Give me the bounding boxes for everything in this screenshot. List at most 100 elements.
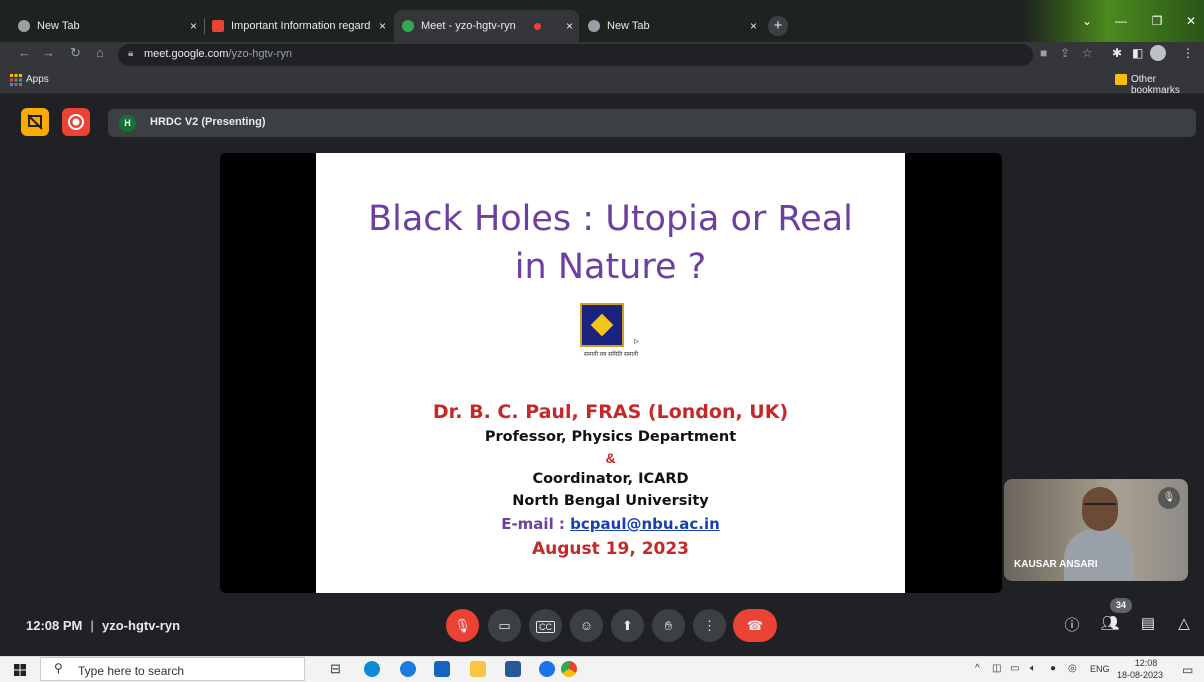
chat-button[interactable]: ▤ xyxy=(1136,614,1160,632)
file-explorer-icon[interactable] xyxy=(470,661,486,677)
mic-tray-icon[interactable]: ● xyxy=(1050,663,1056,674)
chrome-taskbar-icon[interactable] xyxy=(539,661,555,677)
close-icon[interactable]: × xyxy=(184,19,203,33)
captions-button[interactable]: CC xyxy=(529,609,562,642)
participant-face xyxy=(1082,487,1118,531)
side-panel-icon[interactable]: ◧ xyxy=(1132,46,1143,60)
clock-date[interactable]: 18-08-2023 xyxy=(1117,670,1163,680)
record-icon xyxy=(68,114,84,130)
slide-title-line2: in Nature ? xyxy=(514,247,707,287)
reactions-button[interactable]: ☺ xyxy=(570,609,603,642)
meet-icon xyxy=(402,20,414,32)
more-menu-icon[interactable]: ⋮ xyxy=(1182,46,1194,60)
windows-start-icon[interactable] xyxy=(14,664,26,676)
captions-icon: CC xyxy=(536,621,555,633)
back-icon[interactable]: ← xyxy=(18,45,31,60)
mouse-cursor-icon: ▹ xyxy=(634,336,640,347)
battery-icon[interactable]: ▭ xyxy=(1010,663,1019,674)
meeting-details-button[interactable]: ⓘ xyxy=(1060,614,1084,635)
language-indicator[interactable]: ENG xyxy=(1090,664,1110,674)
logo-motto: समानी वय समिति समानी xyxy=(583,352,639,358)
participant-tile[interactable]: 🎙︎ KAUSAR ANSARI xyxy=(1004,479,1188,581)
forward-icon[interactable]: → xyxy=(42,45,55,60)
profile-avatar[interactable] xyxy=(1150,45,1166,61)
word-icon[interactable] xyxy=(505,661,521,677)
presenting-label: HRDC V2 (Presenting) xyxy=(150,116,266,128)
present-now-button[interactable]: ⬆ xyxy=(611,609,644,642)
people-button[interactable]: 👥︎ xyxy=(1098,614,1122,632)
present-icon: ⬆ xyxy=(622,618,633,633)
tab-title: New Tab xyxy=(607,20,650,32)
tab-divider xyxy=(204,18,205,34)
taskbar-search-placeholder[interactable]: Type here to search xyxy=(78,664,184,678)
tab-meet[interactable]: Meet - yzo-hgtv-ryn × xyxy=(394,10,579,42)
apps-grid-icon xyxy=(10,74,22,86)
more-options-button[interactable]: ⋮ xyxy=(693,609,726,642)
close-icon[interactable]: × xyxy=(373,19,392,33)
microphone-button[interactable]: 🎙︎ xyxy=(446,609,479,642)
extensions-icon[interactable]: ✱ xyxy=(1112,46,1122,60)
participant-video xyxy=(1064,529,1134,581)
notifications-icon[interactable]: ▭ xyxy=(1182,663,1193,677)
chrome-icon xyxy=(588,20,600,32)
edge-icon[interactable] xyxy=(364,661,380,677)
mic-off-icon: 🎙︎ xyxy=(454,618,471,633)
shared-slide: Black Holes : Utopia or Real in Nature ?… xyxy=(316,153,905,593)
people-icon: 👥︎ xyxy=(1100,615,1120,632)
camera-button[interactable]: ▭ xyxy=(488,609,521,642)
lock-icon[interactable]: 🔒︎ xyxy=(128,48,133,59)
url-text[interactable]: meet.google.com/yzo-hgtv-ryn xyxy=(144,48,292,60)
task-view-icon[interactable]: ⊟ xyxy=(330,661,341,677)
network-icon[interactable]: ◎ xyxy=(1068,663,1077,674)
share-icon[interactable]: ⇪ xyxy=(1060,46,1070,60)
slide-title: Black Holes : Utopia or Real in Nature ? xyxy=(316,195,905,291)
recording-indicator-icon xyxy=(534,22,542,30)
volume-icon[interactable]: 🔈︎ xyxy=(1030,663,1036,674)
tab-new-tab-2[interactable]: New Tab × xyxy=(588,10,763,42)
slide-university: North Bengal University xyxy=(512,493,709,509)
maximize-button[interactable]: ❐ xyxy=(1142,10,1172,32)
leave-call-button[interactable]: ☎︎ xyxy=(733,609,777,642)
tab-important-information[interactable]: Important Information regarding × xyxy=(212,10,392,42)
recording-button[interactable] xyxy=(62,108,90,136)
tab-new-tab-1[interactable]: New Tab × xyxy=(18,10,203,42)
chrome-icon[interactable] xyxy=(561,661,577,677)
reload-icon[interactable]: ↻ xyxy=(70,45,81,61)
hang-up-icon: ☎︎ xyxy=(746,618,764,633)
tab-title: Meet - yzo-hgtv-ryn xyxy=(421,20,516,32)
participant-glasses xyxy=(1084,503,1116,509)
activities-icon: △ xyxy=(1178,615,1190,632)
close-icon[interactable]: × xyxy=(744,19,763,33)
meeting-time: 12:08 PM xyxy=(26,618,83,633)
activities-button[interactable]: △ xyxy=(1172,614,1196,632)
mail-icon[interactable] xyxy=(434,661,450,677)
tray-chevron-icon[interactable]: ^ xyxy=(975,663,980,674)
emoji-icon: ☺ xyxy=(579,618,594,633)
raise-hand-button[interactable]: ✋︎ xyxy=(652,609,685,642)
other-bookmarks[interactable]: Other bookmarks xyxy=(1131,74,1204,96)
slide-ampersand: & xyxy=(605,450,616,466)
clock-time[interactable]: 12:08 xyxy=(1131,658,1161,668)
slide-date: August 19, 2023 xyxy=(531,539,690,559)
new-tab-button[interactable]: + xyxy=(768,16,788,36)
slide-coordinator: Coordinator, ICARD xyxy=(532,471,689,487)
stop-presenting-button[interactable] xyxy=(21,108,49,136)
camera-icon: ▭ xyxy=(498,618,511,633)
camera-icon[interactable]: ■ xyxy=(1040,46,1047,60)
bookmark-star-icon[interactable]: ☆ xyxy=(1082,46,1093,60)
presenter-avatar: H xyxy=(119,115,136,132)
tab-title: New Tab xyxy=(37,20,80,32)
mic-off-icon: 🎙︎ xyxy=(1158,487,1180,509)
home-icon[interactable]: ⌂ xyxy=(96,45,104,60)
close-icon[interactable]: × xyxy=(560,19,579,33)
apps-bookmark[interactable]: Apps xyxy=(26,74,49,85)
tab-search-icon[interactable]: ⌄ xyxy=(1072,10,1102,32)
minimize-button[interactable]: — xyxy=(1106,10,1136,32)
meeting-info: 12:08 PM | yzo-hgtv-ryn xyxy=(26,618,180,633)
tab-title: Important Information regarding xyxy=(231,20,371,32)
slide-email: E-mail : bcpaul@nbu.ac.in xyxy=(316,515,905,533)
meet-tray-icon[interactable]: ◫ xyxy=(992,663,1001,674)
university-logo xyxy=(580,303,624,347)
window-close-button[interactable]: ✕ xyxy=(1176,10,1204,32)
telegram-icon[interactable] xyxy=(400,661,416,677)
